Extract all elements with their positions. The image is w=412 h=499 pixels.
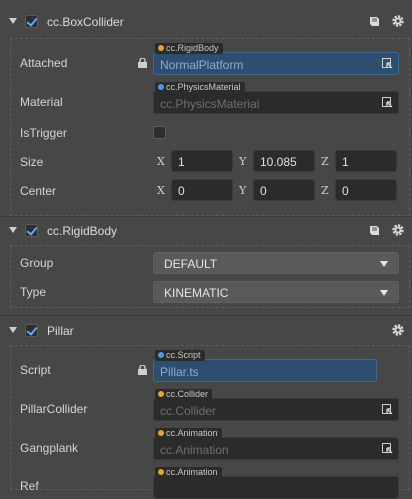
lock-icon: [138, 365, 147, 375]
object-picker-icon[interactable]: [382, 97, 393, 109]
tag-dot-icon: [158, 84, 164, 90]
tag-dot-icon: [158, 352, 164, 358]
dropdown-arrow-icon: [380, 261, 388, 267]
object-picker-icon[interactable]: [382, 58, 393, 70]
script-field[interactable]: Pillar.ts: [153, 359, 377, 382]
group-select[interactable]: DEFAULT: [153, 252, 399, 274]
size-y-input[interactable]: 10.085: [253, 150, 315, 172]
rigidbody-header: cc.RigidBody: [0, 219, 412, 243]
tag-dot-icon: [158, 45, 164, 51]
gangplank-type-tag: cc.Animation: [155, 428, 222, 439]
istrigger-checkbox[interactable]: [153, 126, 166, 139]
boxcollider-title: cc.BoxCollider: [47, 15, 124, 29]
group-label: Group: [20, 256, 54, 270]
size-y-axis-label: Y: [239, 155, 247, 168]
attached-type-tag: cc.RigidBody: [155, 43, 223, 54]
size-z-input[interactable]: 1: [335, 150, 397, 172]
object-picker-icon[interactable]: [382, 404, 393, 416]
lock-icon: [138, 58, 147, 68]
tag-dot-icon: [158, 430, 164, 436]
divider: [0, 216, 412, 217]
object-picker-icon[interactable]: [382, 443, 393, 455]
material-field[interactable]: cc.PhysicsMaterial: [153, 91, 399, 114]
script-value: Pillar.ts: [160, 365, 199, 379]
divider: [0, 315, 412, 316]
center-label: Center: [20, 184, 57, 198]
group-value: DEFAULT: [164, 257, 218, 271]
rigidbody-enabled-checkbox[interactable]: [25, 224, 38, 237]
tag-dot-icon: [158, 391, 164, 397]
settings-gear-icon[interactable]: [391, 223, 405, 237]
type-select[interactable]: KINEMATIC: [153, 281, 399, 303]
rigidbody-title: cc.RigidBody: [47, 224, 118, 238]
attached-field[interactable]: NormalPlatform: [153, 52, 399, 75]
collapse-arrow-icon[interactable]: [9, 18, 17, 24]
next-field[interactable]: [153, 476, 399, 499]
material-label: Material: [20, 95, 63, 109]
attached-label: Attached: [20, 56, 68, 70]
pillar-enabled-checkbox[interactable]: [25, 324, 38, 337]
center-z-axis-label: Z: [321, 184, 329, 197]
collapse-arrow-icon[interactable]: [9, 327, 17, 333]
dropdown-arrow-icon: [380, 290, 388, 296]
settings-gear-icon[interactable]: [391, 323, 405, 337]
center-x-input[interactable]: 0: [171, 179, 233, 201]
center-x-axis-label: X: [157, 184, 165, 197]
collapse-arrow-icon[interactable]: [9, 227, 17, 233]
next-type-tag: cc.Animation: [155, 467, 222, 478]
size-label: Size: [20, 155, 44, 169]
boxcollider-enabled-checkbox[interactable]: [25, 15, 38, 28]
center-z-input[interactable]: 0: [335, 179, 397, 201]
gangplank-label: Gangplank: [20, 441, 79, 455]
tag-dot-icon: [158, 469, 164, 475]
pillarcollider-field[interactable]: cc.Collider: [153, 398, 399, 421]
size-x-input[interactable]: 1: [171, 150, 233, 172]
material-type-tag: cc.PhysicsMaterial: [155, 82, 245, 93]
size-z-axis-label: Z: [321, 155, 329, 168]
script-label: Script: [20, 363, 51, 377]
center-y-input[interactable]: 0: [253, 179, 315, 201]
attached-value: NormalPlatform: [160, 58, 244, 72]
pillarcollider-value: cc.Collider: [160, 404, 217, 418]
script-type-tag: cc.Script: [155, 350, 205, 361]
type-label: Type: [20, 285, 47, 299]
pillar-title: Pillar: [47, 324, 74, 338]
istrigger-label: IsTrigger: [20, 126, 67, 140]
help-book-icon[interactable]: [369, 16, 380, 27]
next-label: Ref: [20, 479, 39, 493]
material-value: cc.PhysicsMaterial: [160, 97, 260, 111]
type-value: KINEMATIC: [164, 286, 229, 300]
center-y-axis-label: Y: [239, 184, 247, 197]
pillar-header: Pillar: [0, 319, 412, 343]
size-x-axis-label: X: [157, 155, 165, 168]
gangplank-value: cc.Animation: [160, 443, 229, 457]
pillarcollider-type-tag: cc.Collider: [155, 389, 213, 400]
boxcollider-header: cc.BoxCollider: [0, 10, 412, 34]
pillarcollider-label: PillarCollider: [20, 402, 88, 416]
settings-gear-icon[interactable]: [391, 14, 405, 28]
help-book-icon[interactable]: [369, 225, 380, 236]
gangplank-field[interactable]: cc.Animation: [153, 437, 399, 460]
